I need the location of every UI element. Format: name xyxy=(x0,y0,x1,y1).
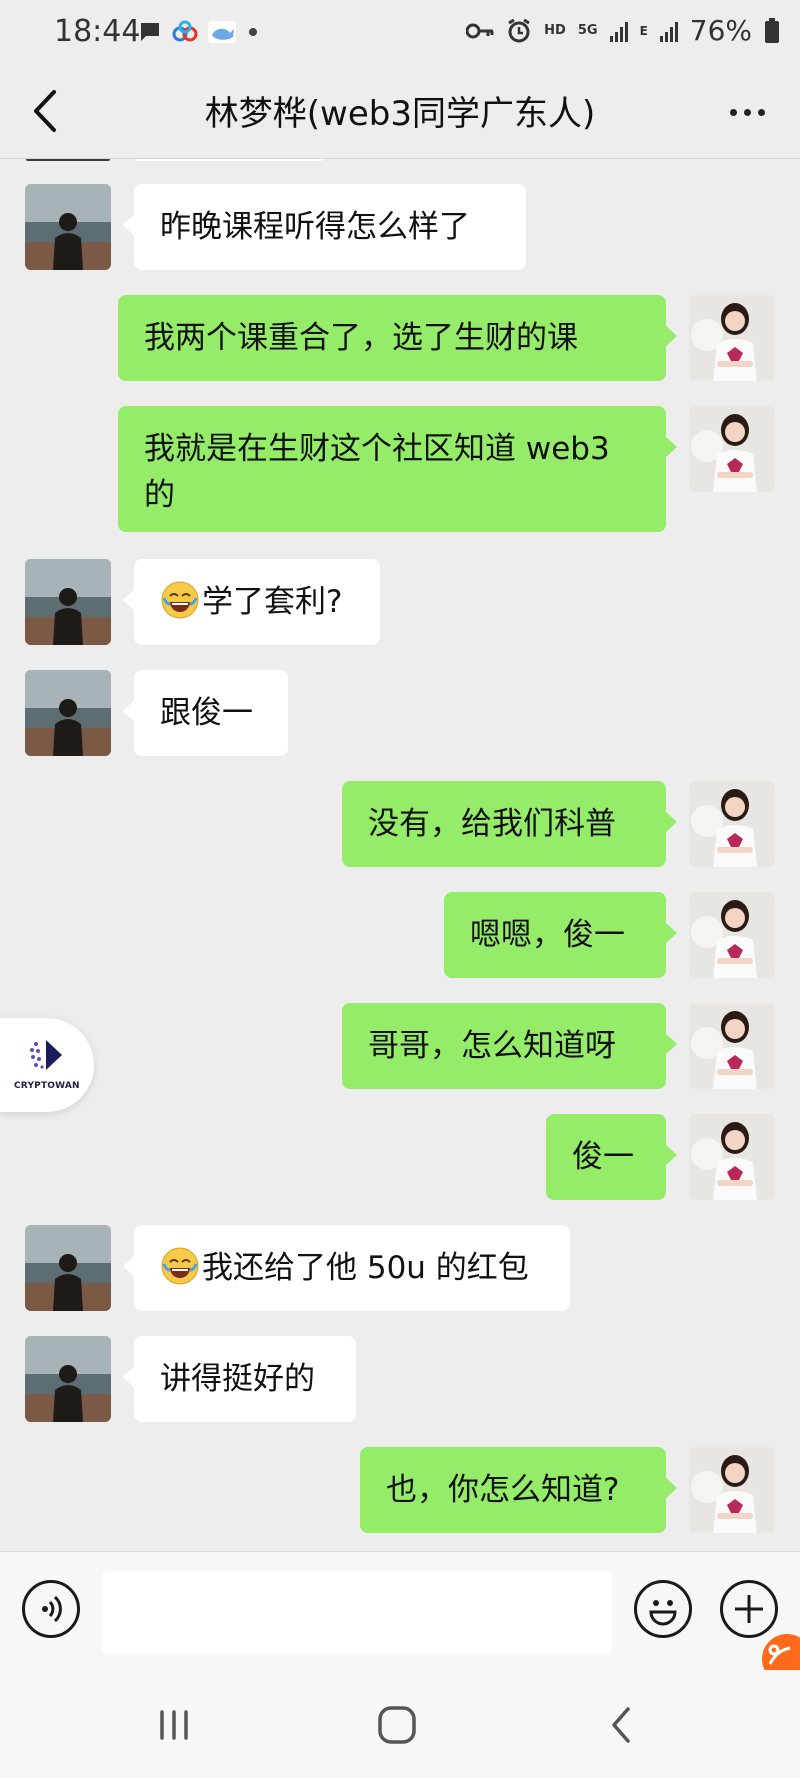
message-text: 昨晚课程听得怎么样了 xyxy=(160,209,470,245)
more-dots-icon[interactable] xyxy=(722,92,772,132)
battery-percent: 76% xyxy=(689,14,752,47)
message-bubble[interactable]: 讲得挺好的 xyxy=(123,1336,356,1422)
my-avatar[interactable] xyxy=(689,1003,775,1089)
message-bubble[interactable]: 学了套利? xyxy=(123,559,380,645)
cryptowan-logo-icon xyxy=(30,1040,62,1070)
message-text: 讲得挺好的 xyxy=(160,1361,315,1397)
message-bubble[interactable]: 嗯嗯，俊一 xyxy=(444,892,677,978)
emoji-button[interactable] xyxy=(634,1580,692,1638)
chat-list[interactable]: 昨晚课程听得怎么样了 我两个课重合了，选了生财的课 我就是在生财这个社区知道 w… xyxy=(0,159,800,1551)
incoming-message-row: 昨晚课程听得怎么样了 xyxy=(0,184,800,270)
incoming-message-row: 我还给了他 50u 的红包 xyxy=(0,1225,800,1311)
my-avatar[interactable] xyxy=(689,295,775,381)
chat-header: 林梦桦(web3同学广东人) xyxy=(0,64,800,159)
signal-icon-2 xyxy=(659,20,678,42)
hd-label: HD xyxy=(544,23,566,38)
back-icon[interactable] xyxy=(592,1700,652,1750)
message-text: 嗯嗯，俊一 xyxy=(470,917,625,953)
message-bubble[interactable]: 哥哥，怎么知道呀 xyxy=(342,1003,677,1089)
message-text: 我两个课重合了，选了生财的课 xyxy=(144,320,578,356)
message-bubble[interactable]: 我两个课重合了，选了生财的课 xyxy=(118,295,677,381)
partial-bubble xyxy=(134,159,324,161)
laughing-emoji-icon xyxy=(161,581,199,619)
outgoing-message-row: 也，你怎么知道? xyxy=(0,1447,800,1533)
status-bar: 18:44 HD 5G E 76% xyxy=(0,0,800,64)
message-text: 哥哥，怎么知道呀 xyxy=(368,1028,616,1064)
plus-button[interactable] xyxy=(720,1580,778,1638)
chevron-left-icon[interactable] xyxy=(20,84,70,138)
message-text: 学了套利? xyxy=(202,584,343,620)
my-avatar[interactable] xyxy=(689,781,775,867)
message-text: 也，你怎么知道? xyxy=(386,1472,620,1508)
input-bar xyxy=(0,1551,800,1670)
outgoing-message-row: 我就是在生财这个社区知道 web3 的 xyxy=(0,406,800,532)
outgoing-message-row: 哥哥，怎么知道呀 xyxy=(0,1003,800,1089)
whale-icon xyxy=(208,21,236,43)
message-bubble[interactable]: 俊一 xyxy=(546,1114,677,1200)
message-text: 我还给了他 50u 的红包 xyxy=(202,1250,529,1286)
voice-icon xyxy=(42,1595,62,1623)
incoming-message-row: 跟俊一 xyxy=(0,670,800,756)
laughing-emoji-icon xyxy=(161,1247,199,1285)
message-bubble[interactable]: 我还给了他 50u 的红包 xyxy=(123,1225,570,1311)
message-text: 没有，给我们科普 xyxy=(368,806,616,842)
contact-avatar[interactable] xyxy=(25,184,111,270)
voice-button[interactable] xyxy=(22,1580,80,1638)
message-icon xyxy=(141,23,159,41)
contact-avatar[interactable] xyxy=(25,670,111,756)
message-text: 跟俊一 xyxy=(160,695,253,731)
baidu-cloud-icon xyxy=(172,20,198,42)
e-label: E xyxy=(639,23,648,38)
notification-icons xyxy=(138,20,260,44)
chat-title: 林梦桦(web3同学广东人) xyxy=(204,94,596,134)
signal-icon xyxy=(609,20,628,42)
status-time: 18:44 xyxy=(54,14,141,49)
contact-avatar[interactable] xyxy=(25,1336,111,1422)
network-label: 5G xyxy=(577,23,598,38)
message-bubble[interactable]: 跟俊一 xyxy=(123,670,288,756)
emoji-icon xyxy=(649,1600,677,1626)
key-icon xyxy=(466,23,494,38)
home-icon[interactable] xyxy=(367,1700,427,1750)
message-bubble[interactable]: 昨晚课程听得怎么样了 xyxy=(123,184,526,270)
contact-avatar[interactable] xyxy=(25,1225,111,1311)
my-avatar[interactable] xyxy=(689,1447,775,1533)
dot-icon xyxy=(249,28,257,36)
corner-badge-icon xyxy=(768,1644,791,1665)
message-input[interactable] xyxy=(102,1571,612,1655)
plus-icon xyxy=(735,1595,763,1623)
outgoing-message-row: 没有，给我们科普 xyxy=(0,781,800,867)
alarm-icon xyxy=(508,18,530,42)
message-bubble[interactable]: 没有，给我们科普 xyxy=(342,781,677,867)
message-text: 俊一 xyxy=(572,1139,634,1175)
outgoing-message-row: 我两个课重合了，选了生财的课 xyxy=(0,295,800,381)
partial-avatar xyxy=(26,159,110,161)
floating-widget-label: CRYPTOWAN xyxy=(14,1081,80,1091)
my-avatar[interactable] xyxy=(689,892,775,978)
message-bubble[interactable]: 也，你怎么知道? xyxy=(360,1447,677,1533)
my-avatar[interactable] xyxy=(689,406,775,492)
floating-widget[interactable]: CRYPTOWAN xyxy=(0,1018,94,1112)
recent-apps-icon[interactable] xyxy=(144,1700,204,1750)
contact-avatar[interactable] xyxy=(25,559,111,645)
message-bubble[interactable]: 我就是在生财这个社区知道 web3 的 xyxy=(118,406,677,532)
battery-icon xyxy=(765,17,779,43)
system-nav-bar xyxy=(0,1670,800,1778)
status-right: HD 5G E 76% xyxy=(466,14,780,47)
outgoing-message-row: 嗯嗯，俊一 xyxy=(0,892,800,978)
outgoing-message-row: 俊一 xyxy=(0,1114,800,1200)
incoming-message-row: 讲得挺好的 xyxy=(0,1336,800,1422)
incoming-message-row: 学了套利? xyxy=(0,559,800,645)
my-avatar[interactable] xyxy=(689,1114,775,1200)
message-text: 我就是在生财这个社区知道 web3 的 xyxy=(144,431,610,513)
